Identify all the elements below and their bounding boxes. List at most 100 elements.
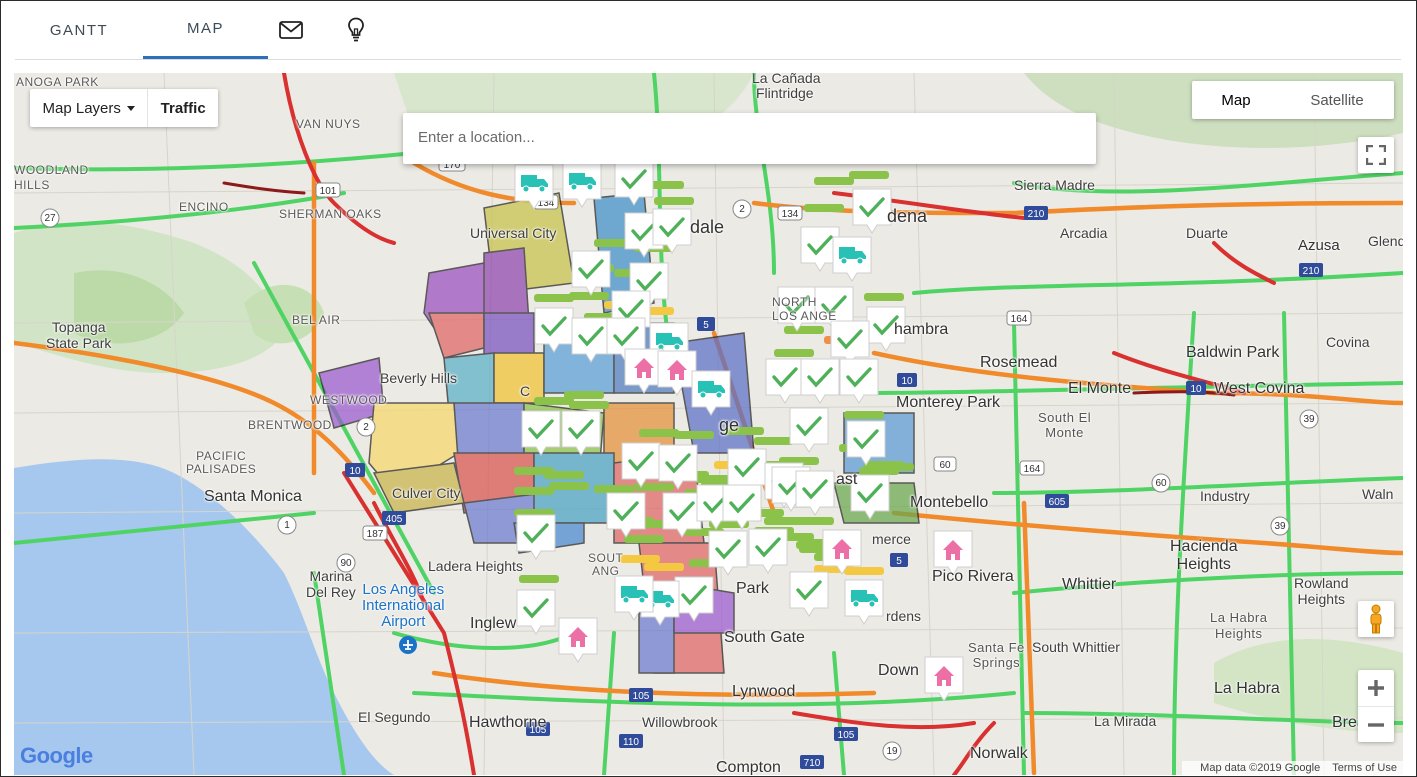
check-marker[interactable]	[795, 470, 835, 516]
place-label: ANOGA PARK	[16, 75, 99, 89]
svg-text:10: 10	[901, 376, 913, 387]
fullscreen-button[interactable]	[1358, 137, 1394, 173]
place-label: Duarte	[1186, 225, 1229, 241]
place-label: La Habra Heights	[1210, 610, 1268, 641]
place-label: Ladera Heights	[428, 558, 523, 574]
place-label: Santa Monica	[204, 488, 302, 505]
status-bar	[849, 171, 889, 179]
truck-marker[interactable]	[844, 579, 884, 625]
map-layers-control: Map Layers Traffic	[30, 89, 218, 127]
place-label: West Covina	[1214, 380, 1305, 397]
map-type-control: Map Satellite	[1192, 81, 1394, 119]
status-bar	[534, 294, 574, 302]
place-label: Down	[878, 662, 919, 679]
pegman-icon	[1370, 604, 1382, 634]
check-marker[interactable]	[789, 407, 829, 453]
place-label: Compton	[716, 759, 781, 775]
status-bar	[674, 431, 714, 439]
status-bar	[774, 349, 814, 357]
place-label: C	[520, 383, 531, 399]
svg-text:710: 710	[804, 758, 821, 769]
status-bar	[874, 463, 914, 471]
status-bar	[569, 292, 609, 300]
zoom-in-button[interactable]	[1358, 670, 1394, 706]
status-bar	[569, 401, 609, 409]
place-label: BEL AIR	[292, 313, 341, 327]
check-marker[interactable]	[800, 358, 840, 404]
home-marker[interactable]	[558, 617, 598, 663]
place-label: NORTH LOS ANGE	[772, 295, 837, 323]
place-label: BRENTWOOD	[248, 418, 332, 432]
google-logo: Google	[20, 743, 93, 768]
svg-text:164: 164	[1024, 464, 1041, 475]
place-label: SHERMAN OAKS	[279, 207, 382, 221]
place-label: hambra	[894, 321, 949, 338]
place-label: WOODLAND HILLS	[14, 163, 89, 192]
check-marker[interactable]	[789, 571, 829, 617]
check-marker[interactable]	[830, 320, 870, 366]
map-layers-dropdown[interactable]: Map Layers	[30, 89, 149, 127]
place-label: Whittier	[1062, 576, 1117, 593]
caret-down-icon	[126, 105, 135, 111]
tab-map[interactable]: MAP	[143, 1, 268, 59]
attribution-text: Map data ©2019 Google	[1200, 762, 1321, 774]
map-canvas[interactable]: 170 134 2 134 210 101 27 5 164 10 10 2 1…	[14, 73, 1403, 775]
place-label: Covina	[1326, 334, 1370, 350]
place-label: Arcadia	[1060, 225, 1108, 241]
place-label: Monterey Park	[896, 394, 1001, 411]
place-label: ast	[836, 471, 858, 488]
plus-icon	[1368, 680, 1384, 696]
status-bar	[594, 485, 634, 493]
map-type-satellite-button[interactable]: Satellite	[1280, 81, 1394, 119]
home-marker[interactable]	[924, 656, 964, 702]
svg-text:187: 187	[367, 529, 384, 540]
tab-ideas[interactable]	[335, 1, 377, 59]
svg-text:134: 134	[782, 209, 799, 220]
svg-text:105: 105	[633, 691, 650, 702]
location-search-box	[403, 113, 1096, 164]
svg-text:5: 5	[703, 320, 709, 331]
place-label: merce	[872, 531, 911, 547]
svg-text:110: 110	[623, 737, 639, 748]
check-marker[interactable]	[765, 358, 805, 404]
place-label: SOUT	[588, 551, 624, 565]
check-marker[interactable]	[516, 589, 556, 635]
place-label: Santa Fe Springs	[968, 640, 1025, 670]
place-label: South El Monte	[1038, 410, 1092, 440]
status-bar	[844, 411, 884, 419]
traffic-toggle[interactable]: Traffic	[148, 89, 218, 127]
tab-gantt[interactable]: GANTT	[15, 1, 143, 59]
location-search-input[interactable]	[403, 113, 1093, 162]
status-bar	[549, 482, 589, 490]
envelope-icon	[279, 21, 303, 39]
tab-email[interactable]	[268, 1, 314, 59]
svg-text:39: 39	[1303, 414, 1315, 425]
terms-of-use-link[interactable]: Terms of Use	[1332, 762, 1397, 774]
place-label: Beverly Hills	[380, 370, 458, 386]
svg-text:105: 105	[838, 730, 855, 741]
place-label: Hawthorne	[469, 714, 547, 731]
place-label: Rowland Heights	[1294, 575, 1349, 607]
status-bar	[754, 437, 794, 445]
place-label: Sierra Madre	[1014, 177, 1095, 193]
svg-text:405: 405	[386, 514, 403, 525]
lightbulb-icon	[348, 17, 364, 42]
check-marker[interactable]	[852, 188, 892, 234]
place-label: Hacienda Heights	[1170, 538, 1238, 573]
place-label: Baldwin Park	[1186, 344, 1280, 361]
place-label: Lynwood	[732, 683, 796, 700]
status-bar	[804, 204, 844, 212]
check-marker[interactable]	[748, 528, 788, 574]
zoom-out-button[interactable]	[1358, 706, 1394, 743]
status-bar	[654, 197, 694, 205]
check-marker[interactable]	[839, 358, 879, 404]
truck-marker[interactable]	[832, 236, 872, 282]
svg-text:39: 39	[1274, 521, 1286, 532]
svg-text:210: 210	[1303, 266, 1320, 277]
street-view-pegman[interactable]	[1358, 601, 1394, 637]
map-type-map-button[interactable]: Map	[1192, 81, 1280, 119]
svg-text:2: 2	[739, 204, 745, 215]
place-label: Inglew	[470, 615, 517, 632]
place-label: El Segundo	[358, 709, 431, 725]
place-label: Universal City	[470, 225, 557, 241]
